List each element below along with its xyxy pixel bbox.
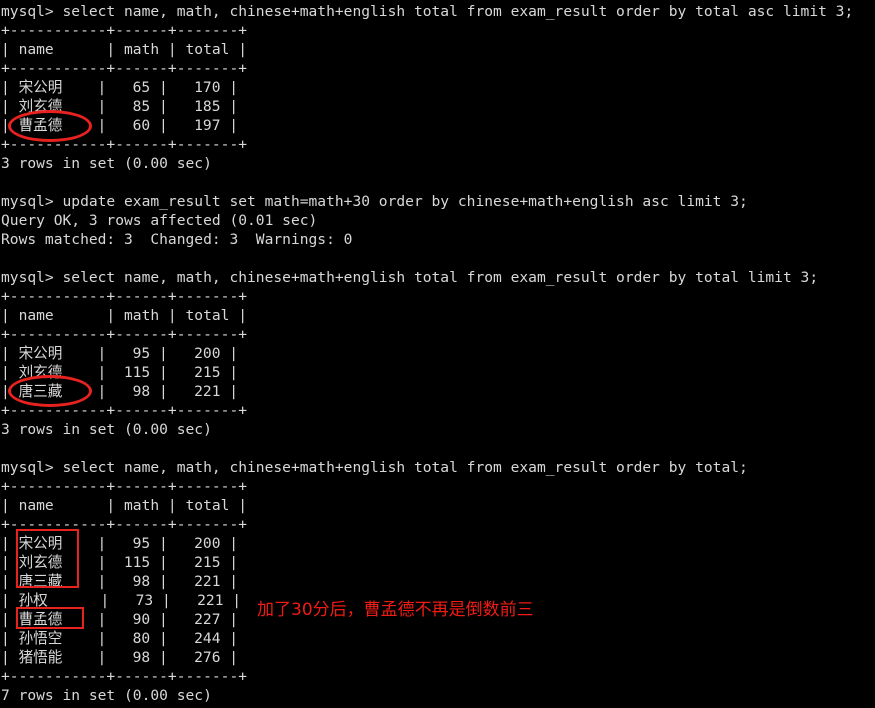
terminal-line-t3-row-3: | 唐三藏 | 98 | 221 | bbox=[1, 573, 239, 590]
terminal-line-t3-row-1: | 宋公明 | 95 | 200 | bbox=[1, 535, 239, 552]
terminal-line-t3-border-bottom: +-----------+------+-------+ bbox=[1, 668, 248, 685]
terminal-line-t1-rowcount: 3 rows in set (0.00 sec) bbox=[1, 155, 212, 172]
terminal-line-t1-row-1: | 宋公明 | 65 | 170 | bbox=[1, 79, 239, 96]
terminal-line-t2-row-2: | 刘玄德 | 115 | 215 | bbox=[1, 364, 239, 381]
terminal-line-update-summary: Rows matched: 3 Changed: 3 Warnings: 0 bbox=[1, 231, 353, 248]
terminal-line-update-status: Query OK, 3 rows affected (0.01 sec) bbox=[1, 212, 318, 229]
terminal-line-cmd-3: mysql> select name, math, chinese+math+e… bbox=[1, 269, 819, 286]
terminal-line-t2-border-mid: +-----------+------+-------+ bbox=[1, 326, 248, 343]
terminal-line-t1-border-mid: +-----------+------+-------+ bbox=[1, 60, 248, 77]
terminal-line-t2-border-top: +-----------+------+-------+ bbox=[1, 288, 248, 305]
terminal-line-t3-row-4: | 孙权 | 73 | 221 | bbox=[1, 592, 242, 609]
terminal-line-t1-border-bottom: +-----------+------+-------+ bbox=[1, 136, 248, 153]
terminal-line-t3-row-2: | 刘玄德 | 115 | 215 | bbox=[1, 554, 239, 571]
terminal-line-t1-row-2: | 刘玄德 | 85 | 185 | bbox=[1, 98, 239, 115]
terminal-line-t2-rowcount: 3 rows in set (0.00 sec) bbox=[1, 421, 212, 438]
terminal-line-t2-border-bottom: +-----------+------+-------+ bbox=[1, 402, 248, 419]
terminal-line-blank-3 bbox=[0, 439, 875, 458]
terminal-line-t1-border-top: +-----------+------+-------+ bbox=[1, 22, 248, 39]
terminal-line-t3-border-top: +-----------+------+-------+ bbox=[1, 478, 248, 495]
terminal-window: mysql> select name, math, chinese+math+e… bbox=[0, 0, 875, 708]
terminal-line-t3-row-6: | 孙悟空 | 80 | 244 | bbox=[1, 630, 239, 647]
terminal-line-t2-row-1: | 宋公明 | 95 | 200 | bbox=[1, 345, 239, 362]
terminal-line-cmd-4: mysql> select name, math, chinese+math+e… bbox=[1, 459, 748, 476]
terminal-line-t1-header: | name | math | total | bbox=[1, 41, 248, 58]
terminal-line-t1-row-3: | 曹孟德 | 60 | 197 | bbox=[1, 117, 239, 134]
terminal-line-t3-row-5: | 曹孟德 | 90 | 227 | bbox=[1, 611, 239, 628]
terminal-line-t2-row-3: | 唐三藏 | 98 | 221 | bbox=[1, 383, 239, 400]
terminal-line-t3-header: | name | math | total | bbox=[1, 497, 248, 514]
terminal-line-cmd-1: mysql> select name, math, chinese+math+e… bbox=[1, 3, 854, 20]
terminal-output: mysql> select name, math, chinese+math+e… bbox=[0, 2, 875, 705]
terminal-line-t3-row-7: | 猪悟能 | 98 | 276 | bbox=[1, 649, 239, 666]
terminal-line-blank-1 bbox=[0, 173, 875, 192]
terminal-line-t2-header: | name | math | total | bbox=[1, 307, 248, 324]
terminal-line-blank-2 bbox=[0, 249, 875, 268]
terminal-line-t3-rowcount: 7 rows in set (0.00 sec) bbox=[1, 687, 212, 704]
terminal-line-cmd-2: mysql> update exam_result set math=math+… bbox=[1, 193, 748, 210]
terminal-line-t3-border-mid: +-----------+------+-------+ bbox=[1, 516, 248, 533]
